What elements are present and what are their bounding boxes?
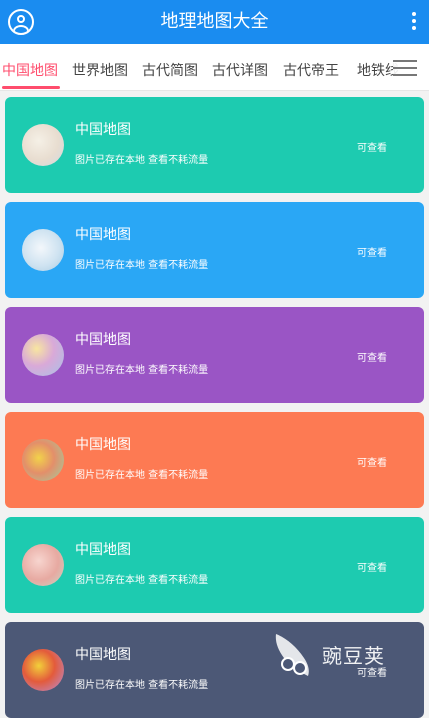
watermark: 豌豆荚 [272, 628, 402, 680]
map-thumbnail [22, 544, 64, 586]
map-card[interactable]: 中国地图图片已存在本地 查看不耗流量 可查看 [5, 307, 424, 403]
map-thumbnail [22, 334, 64, 376]
map-thumbnail [22, 229, 64, 271]
tab-bar: 中国地图 世界地图 古代简图 古代详图 古代帝王 地铁线 [0, 44, 429, 91]
card-description: 图片已存在本地 查看不耗流量 [75, 575, 209, 586]
map-card[interactable]: 中国地图图片已存在本地 查看不耗流量 可查看 [5, 412, 424, 508]
map-thumbnail [22, 124, 64, 166]
view-action[interactable]: 可查看 [357, 139, 387, 154]
card-description: 图片已存在本地 查看不耗流量 [75, 155, 209, 166]
watermark-text: 豌豆荚 [322, 644, 385, 668]
tab-world-map[interactable]: 世界地图 [72, 60, 128, 80]
map-thumbnail [22, 649, 64, 691]
view-action[interactable]: 可查看 [357, 244, 387, 259]
map-thumbnail [22, 439, 64, 481]
view-action[interactable]: 可查看 [357, 454, 387, 469]
card-title: 中国地图 [75, 542, 131, 558]
card-title: 中国地图 [75, 647, 131, 663]
more-vertical-icon[interactable] [411, 12, 417, 32]
card-title: 中国地图 [75, 227, 131, 243]
tab-china-map[interactable]: 中国地图 [2, 60, 58, 80]
menu-icon[interactable] [393, 60, 417, 76]
card-description: 图片已存在本地 查看不耗流量 [75, 365, 209, 376]
map-card[interactable]: 中国地图图片已存在本地 查看不耗流量 可查看 [5, 202, 424, 298]
card-title: 中国地图 [75, 332, 131, 348]
peapod-logo-icon [275, 634, 309, 676]
card-description: 图片已存在本地 查看不耗流量 [75, 260, 209, 271]
tab-ancient-emperors[interactable]: 古代帝王 [283, 60, 339, 80]
map-card[interactable]: 中国地图图片已存在本地 查看不耗流量 可查看 [5, 517, 424, 613]
view-action[interactable]: 可查看 [357, 559, 387, 574]
card-title: 中国地图 [75, 437, 131, 453]
active-tab-indicator [2, 86, 60, 89]
app-bar: 地理地图大全 [0, 0, 429, 44]
card-title: 中国地图 [75, 122, 131, 138]
card-description: 图片已存在本地 查看不耗流量 [75, 680, 209, 691]
page-title: 地理地图大全 [160, 11, 269, 32]
card-description: 图片已存在本地 查看不耗流量 [75, 470, 209, 481]
map-card[interactable]: 中国地图图片已存在本地 查看不耗流量 可查看 [5, 97, 424, 193]
tab-ancient-detail[interactable]: 古代详图 [212, 60, 268, 80]
view-action[interactable]: 可查看 [357, 349, 387, 364]
tab-ancient-simple[interactable]: 古代简图 [142, 60, 198, 80]
